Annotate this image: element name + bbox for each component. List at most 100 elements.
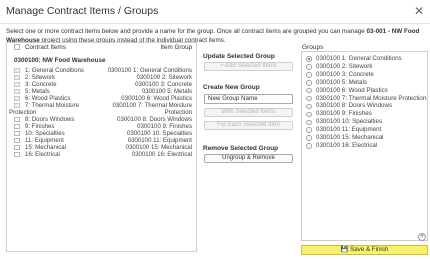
groups-list[interactable]: 0300100 1: General Conditions 0300100 2: …: [301, 51, 428, 241]
group-item[interactable]: 0300100 2: Sitework: [302, 63, 427, 71]
group-item[interactable]: 0300100 15: Mechanical: [302, 134, 427, 142]
ungroup-remove-label: Ungroup & Remove: [222, 155, 275, 161]
add-selected-items-button[interactable]: + Add Selected Items: [204, 62, 293, 71]
group-radio[interactable]: [306, 56, 312, 62]
group-item-label: 0300100 11: Equipment: [316, 126, 382, 134]
group-item[interactable]: 0300100 6: Wood Plastics: [302, 87, 427, 95]
group-item[interactable]: 0300100 10: Specialties: [302, 118, 427, 126]
group-item[interactable]: 0300100 9: Finishes: [302, 110, 427, 118]
group-radio[interactable]: [306, 64, 312, 70]
contract-item-group: 0300100 16: Electrical: [131, 151, 192, 158]
row-checkbox[interactable]: [14, 102, 20, 108]
contract-item-group: 0300100 5: Metals: [141, 88, 192, 95]
with-selected-items-button[interactable]: With Selected Items: [204, 108, 293, 117]
contract-item-name: 10: Specialties: [25, 130, 65, 137]
contract-item-group: 0300100 7: Thermal Moisture: [112, 102, 193, 109]
contract-item-row[interactable]: 15: Mechanical 0300100 15: Mechanical: [7, 144, 196, 151]
group-item[interactable]: 0300100 7: Thermal Moisture Protection: [302, 95, 427, 103]
group-item-label: 0300100 2: Sitework: [316, 62, 373, 70]
group-item-label: 0300100 10: Specialties: [316, 118, 383, 126]
contract-item-row[interactable]: 6: Wood Plastics 0300100 6: Wood Plastics: [7, 95, 196, 102]
group-radio[interactable]: [306, 103, 312, 110]
group-item-label: 0300100 1: General Conditions: [316, 55, 402, 62]
select-all-checkbox[interactable]: [14, 44, 20, 50]
contract-item-row[interactable]: 3: Concrete 0300100 3: Concrete: [7, 81, 196, 88]
dialog-titlebar: Manage Contract Items / Groups ✕: [0, 0, 430, 24]
description-text-before: Select one or more contract items below …: [6, 28, 367, 35]
group-item-label: 0300100 6: Wood Plastics: [316, 86, 388, 94]
group-radio[interactable]: [306, 135, 312, 141]
contract-item-row[interactable]: 8: Doors Windows 0300100 8: Doors Windows: [7, 116, 196, 123]
row-checkbox[interactable]: [14, 67, 20, 73]
contract-item-row[interactable]: 2: Sitework 0300100 2: Sitework: [7, 74, 196, 81]
contract-item-group: 0300100 15: Mechanical: [125, 144, 192, 151]
group-item-label: 0300100 7: Thermal Moisture Protection: [316, 94, 427, 102]
group-radio[interactable]: [306, 127, 312, 133]
row-checkbox[interactable]: [14, 151, 20, 157]
ungroup-remove-button[interactable]: Ungroup & Remove: [204, 154, 293, 163]
row-checkbox[interactable]: [14, 137, 20, 143]
group-radio[interactable]: [306, 143, 312, 149]
contract-item-name-cont: Protection: [9, 109, 37, 116]
contract-item-row[interactable]: 10: Specialties 0300100 10: Specialties: [7, 130, 196, 137]
contract-item-name: 8: Doors Windows: [25, 116, 75, 123]
for-each-selected-item-button[interactable]: For Each Selected Item: [204, 121, 293, 130]
with-selected-items-label: With Selected Items: [221, 109, 276, 115]
list-header: Contract Items Item Group: [7, 43, 196, 53]
group-item[interactable]: 0300100 1: General Conditions: [302, 55, 427, 63]
row-checkbox[interactable]: [14, 74, 20, 80]
row-checkbox[interactable]: [14, 123, 20, 129]
row-checkbox[interactable]: [14, 88, 20, 94]
update-group-heading: Update Selected Group: [203, 53, 275, 60]
group-radio[interactable]: [306, 111, 312, 118]
contract-item-row[interactable]: 7: Thermal Moisture 0300100 7: Thermal Mo…: [7, 102, 196, 116]
group-item-label: 0300100 16: Electrical: [316, 141, 378, 149]
create-group-heading: Create New Group: [203, 84, 260, 91]
contract-item-group: 0300100 2: Sitework: [136, 74, 192, 81]
contract-item-row[interactable]: 1: General Conditions 0300100 1: General …: [7, 67, 196, 74]
group-item-label: 0300100 5: Metals: [316, 78, 367, 86]
groups-label: Groups: [302, 44, 324, 51]
group-radio[interactable]: [306, 119, 312, 126]
group-item[interactable]: 0300100 5: Metals: [302, 79, 427, 87]
contract-item-name: 7: Thermal Moisture: [25, 102, 80, 109]
group-item[interactable]: 0300100 16: Electrical: [302, 142, 427, 150]
group-item[interactable]: 0300100 8: Doors Windows: [302, 102, 427, 110]
group-radio[interactable]: [306, 80, 312, 86]
contract-item-row[interactable]: 11: Equipment 0300100 11: Equipment: [7, 137, 196, 144]
contract-item-name: 5: Metals: [25, 88, 50, 95]
group-radio[interactable]: [306, 72, 312, 78]
group-rows: 0300100 1: General Conditions 0300100 2: …: [302, 52, 427, 150]
contract-item-name: 16: Electrical: [25, 151, 60, 158]
group-item[interactable]: 0300100 11: Equipment: [302, 126, 427, 134]
contract-items-list[interactable]: Contract Items Item Group 0300100: NW Fo…: [6, 42, 197, 252]
row-checkbox[interactable]: [14, 95, 20, 101]
contract-item-group: 0300100 10: Specialties: [126, 130, 192, 137]
contract-item-row[interactable]: 16: Electrical 0300100 16: Electrical: [7, 151, 196, 158]
group-name-input[interactable]: New Group Name: [204, 94, 293, 104]
contract-item-name: 11: Equipment: [25, 137, 64, 144]
contract-item-name: 3: Concrete: [25, 81, 57, 88]
close-icon[interactable]: ✕: [414, 4, 424, 18]
contract-item-name: 9: Finishes: [25, 123, 55, 130]
contract-item-group-cont: Protection: [164, 109, 192, 116]
dialog-title: Manage Contract Items / Groups: [6, 5, 159, 17]
contract-item-group: 0300100 1: General Conditions: [107, 67, 192, 74]
row-checkbox[interactable]: [14, 116, 20, 122]
contract-item-row[interactable]: 9: Finishes 0300100 9: Finishes: [7, 123, 196, 130]
row-checkbox[interactable]: [14, 144, 20, 150]
row-checkbox[interactable]: [14, 81, 20, 87]
group-radio[interactable]: [306, 95, 312, 102]
group-item[interactable]: 0300100 3: Concrete: [302, 71, 427, 79]
row-checkbox[interactable]: [14, 130, 20, 136]
group-radio[interactable]: [306, 87, 312, 94]
header-contract-items: Contract Items: [25, 44, 66, 51]
contract-item-group: 0300100 3: Concrete: [135, 81, 192, 88]
contract-item-rows: 1: General Conditions 0300100 1: General …: [7, 67, 196, 158]
save-finish-button[interactable]: 💾 Save & Finish: [301, 245, 428, 255]
contract-item-row[interactable]: 5: Metals 0300100 5: Metals: [7, 88, 196, 95]
save-icon: 💾: [340, 246, 349, 253]
add-group-icon[interactable]: +: [418, 233, 426, 241]
contract-item-group: 0300100 8: Doors Windows: [117, 116, 192, 123]
contract-item-name: 1: General Conditions: [25, 67, 84, 74]
